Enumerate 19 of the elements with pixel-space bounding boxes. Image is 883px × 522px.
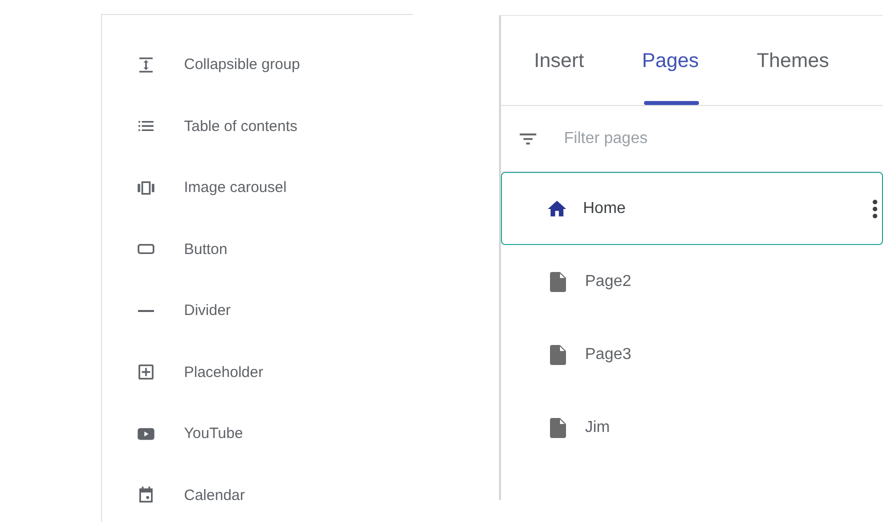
insert-item[interactable]: Collapsible group: [102, 34, 413, 96]
insert-item[interactable]: Divider: [102, 280, 413, 342]
insert-item[interactable]: Image carousel: [102, 157, 413, 218]
insert-item[interactable]: Table of contents: [102, 96, 413, 157]
tab[interactable]: Insert: [534, 16, 584, 106]
page-item[interactable]: Home: [501, 172, 883, 245]
insert-item[interactable]: Calendar: [102, 464, 413, 522]
plus-box-icon: [136, 362, 156, 382]
page-item[interactable]: Page2: [501, 245, 883, 318]
insert-item[interactable]: YouTube: [102, 403, 413, 464]
tab[interactable]: Pages: [642, 16, 699, 106]
page-item[interactable]: Page3: [501, 318, 883, 391]
tab[interactable]: Themes: [756, 16, 829, 106]
tab-indicator: [644, 101, 699, 105]
insert-item[interactable]: Placeholder: [102, 342, 413, 403]
more-icon: [872, 198, 878, 218]
insert-item[interactable]: Button: [102, 218, 413, 280]
page-item[interactable]: Jim: [501, 391, 883, 464]
minus-icon: [138, 310, 154, 312]
